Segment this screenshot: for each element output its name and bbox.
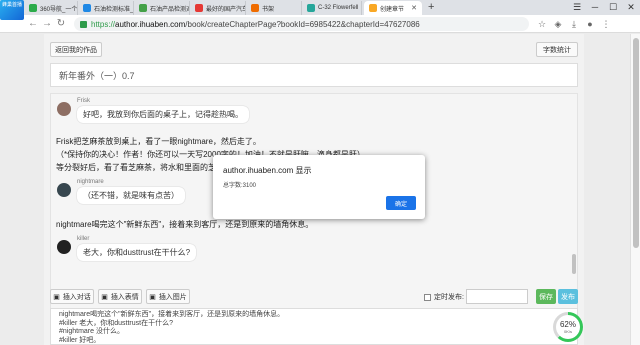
dialogue-icon: ▣ [53, 293, 60, 301]
narration-line: 等分裂好后，看了看芝麻茶，将水和里面的芝麻 [56, 163, 224, 172]
dialog-title: author.ihuaben.com 显示 [223, 166, 312, 175]
tab-0[interactable]: 360导航_一个主 [24, 1, 78, 15]
tab-label: 最好的国产汽车 [206, 6, 246, 13]
sender-name: killer [77, 236, 90, 242]
tab-favicon-icon [139, 4, 147, 12]
message-bubble: 好吧，我放到你后面的桌子上，记得趁热喝。 [77, 106, 249, 123]
url-text: https://author.ihuaben.com/book/createCh… [91, 19, 420, 29]
source-line: #nightmare 没什么。 [59, 328, 124, 335]
tab-5[interactable]: C-32 Flowerfell [302, 1, 362, 15]
message-bubble: （还不错，就是味有点苦） [77, 187, 185, 204]
tab-favicon-icon [83, 4, 91, 12]
publish-button[interactable]: 发布 [558, 289, 578, 304]
tab-label: 书架 [262, 6, 275, 13]
message-nightmare: nightmare （还不错，就是味有点苦） [57, 179, 185, 204]
insert-emoji-button[interactable]: ▣ 插入表情 [98, 289, 142, 304]
page-scroll-thumb[interactable] [633, 38, 639, 248]
lock-icon [80, 20, 87, 28]
schedule-group: 定时发布: [424, 292, 464, 302]
browser-logo-badge: 蜂巢首播 [0, 0, 24, 20]
tab-4[interactable]: 书架 [246, 1, 302, 15]
dialog-ok-button[interactable]: 确定 [386, 196, 416, 210]
gauge-speed: 0K/s [563, 329, 572, 334]
avatar [57, 240, 71, 254]
tab-favicon-icon [307, 4, 315, 12]
download-icon[interactable]: ⤓ [568, 18, 580, 30]
tab-label: 360导航_一个主 [40, 6, 78, 13]
forward-icon[interactable]: → [41, 18, 53, 30]
insert-image-button[interactable]: ▣ 插入图片 [146, 289, 190, 304]
sender-name: nightmare [77, 179, 104, 185]
tab-label: 创建章节 [380, 6, 405, 13]
minimize-icon[interactable]: ─ [586, 0, 604, 14]
message-bubble: 老大，你和dusttrust在干什么? [77, 244, 197, 261]
image-icon: ▣ [149, 293, 156, 301]
alert-dialog: author.ihuaben.com 显示 总字数:3100 确定 [213, 155, 425, 219]
insert-emoji-label: 插入表情 [110, 293, 139, 301]
insert-dialogue-button[interactable]: ▣ 插入对话 [50, 289, 94, 304]
tab-label: 石油检测标准_ [94, 6, 134, 13]
network-speed-gauge[interactable]: 62% 0K/s [553, 312, 583, 342]
avatar [57, 183, 71, 197]
new-tab-button[interactable]: + [428, 1, 434, 13]
avatar [57, 102, 71, 116]
emoji-icon: ▣ [101, 293, 108, 301]
tab-6-active[interactable]: 创建章节 ✕ [364, 1, 422, 15]
browser-tab-bar: 蜂巢首播 360导航_一个主 石油检测标准_ 石油产品检测对 最好的国产汽车 书… [0, 0, 640, 20]
close-window-icon[interactable]: ✕ [622, 0, 640, 14]
browser-toolbar: ← → ↻ https://author.ihuaben.com/book/cr… [0, 15, 640, 33]
tab-favicon-icon [251, 4, 259, 12]
tab-3[interactable]: 最好的国产汽车 [190, 1, 246, 15]
chapter-title-input[interactable]: 新年番外（一）0.7 [50, 63, 578, 87]
editor-scroll-thumb[interactable] [572, 254, 576, 274]
message-frisk: Frisk 好吧，我放到你后面的桌子上，记得趁热喝。 [57, 98, 249, 123]
save-button[interactable]: 保存 [536, 289, 556, 304]
gauge-percent: 62% [559, 320, 576, 329]
editor-scrollbar[interactable] [571, 94, 576, 312]
extension-icon[interactable]: ◈ [552, 18, 564, 30]
source-line: #killer 老大，你和dusttrust在干什么? [59, 319, 173, 327]
address-bar[interactable]: https://author.ihuaben.com/book/createCh… [74, 17, 529, 31]
back-to-works-button[interactable]: 返回我的作品 [50, 42, 102, 57]
narration-line: Frisk把芝麻茶放到桌上，看了一眼nightmare，然后走了。 [56, 137, 261, 146]
source-line: #killer 好吧。 [59, 336, 101, 344]
sender-name: Frisk [77, 98, 90, 104]
source-textarea[interactable]: nightmare喝完这个"新鲜东西"，接着来到客厅，还是到原来的墙角休息。 #… [50, 308, 578, 345]
page-scrollbar[interactable] [630, 34, 640, 345]
maximize-icon[interactable]: ☐ [604, 0, 622, 14]
star-icon[interactable]: ☆ [536, 18, 548, 30]
tab-label: 石油产品检测对 [150, 6, 190, 13]
tab-label: C-32 Flowerfell [318, 5, 359, 11]
schedule-time-input[interactable] [466, 289, 528, 304]
tab-favicon-icon [195, 4, 203, 12]
schedule-checkbox[interactable] [424, 293, 431, 301]
message-killer: killer 老大，你和dusttrust在干什么? [57, 236, 197, 261]
dialog-message: 总字数:3100 [223, 183, 257, 189]
tab-menu-icon[interactable]: ☰ [568, 0, 586, 14]
back-icon[interactable]: ← [27, 18, 39, 30]
schedule-label: 定时发布: [434, 294, 464, 301]
tab-1[interactable]: 石油检测标准_ [78, 1, 134, 15]
insert-dialogue-label: 插入对话 [62, 293, 91, 301]
tab-close-icon[interactable]: ✕ [411, 4, 417, 12]
menu-icon[interactable]: ⋮ [600, 18, 612, 30]
word-count-button[interactable]: 字数统计 [536, 42, 578, 57]
profile-icon[interactable]: ● [584, 18, 596, 30]
insert-image-label: 插入图片 [158, 293, 187, 301]
source-line: nightmare喝完这个"新鲜东西"，接着来到客厅，还是到原来的墙角休息。 [59, 311, 285, 318]
reload-icon[interactable]: ↻ [55, 18, 67, 30]
tab-favicon-icon [29, 4, 37, 12]
tab-2[interactable]: 石油产品检测对 [134, 1, 190, 15]
editor-toolbar: ▣ 插入对话 ▣ 插入表情 ▣ 插入图片 定时发布: 保存 发布 [50, 289, 578, 309]
gauge-center: 62% 0K/s [556, 315, 580, 339]
narration-line: nightmare喝完这个"新鲜东西"，接着来到客厅，还是到原来的墙角休息。 [56, 220, 314, 229]
tab-favicon-icon [369, 4, 377, 12]
